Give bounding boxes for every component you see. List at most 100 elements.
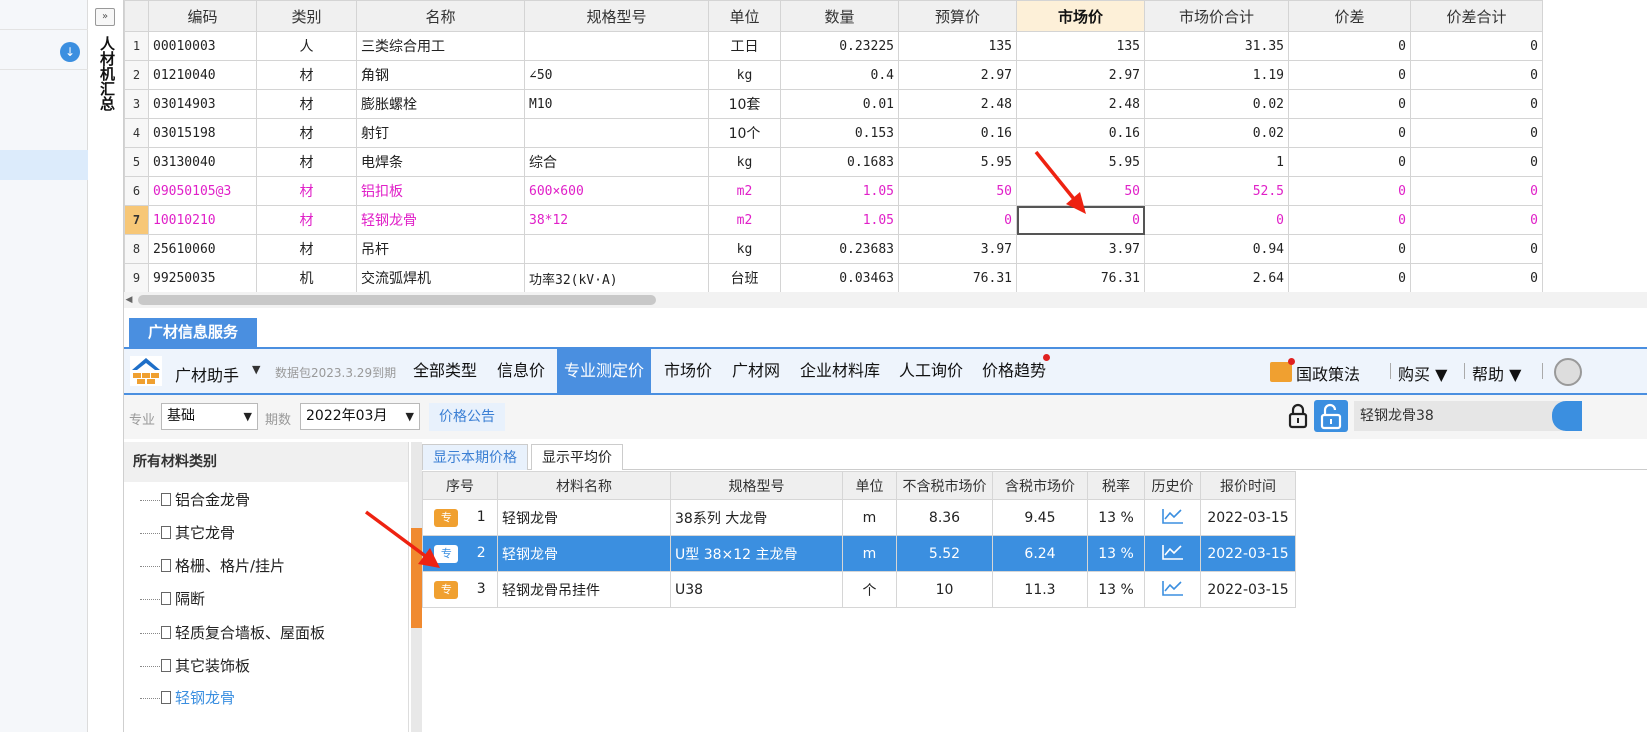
grid-row[interactable]: 9 99250035 机 交流弧焊机 功率32(kV·A) 台班 0.03463…: [124, 263, 1543, 292]
cell-diff-total[interactable]: 0: [1410, 31, 1543, 61]
trend-chart-icon[interactable]: [1161, 543, 1185, 561]
cell-name[interactable]: 角钢: [356, 60, 525, 90]
cell-type[interactable]: 材: [256, 176, 357, 206]
cell-budget-price[interactable]: 3.97: [898, 234, 1017, 264]
column-header-name[interactable]: 名称: [356, 0, 525, 32]
cell-unit[interactable]: kg: [708, 234, 781, 264]
cell-market-price[interactable]: 2.97: [1016, 60, 1145, 90]
cell-diff-total[interactable]: 0: [1410, 176, 1543, 206]
cell-quantity[interactable]: 0.4: [780, 60, 899, 90]
cell-code[interactable]: 01210040: [148, 60, 257, 90]
cell-quantity[interactable]: 0.153: [780, 118, 899, 148]
cell-budget-price[interactable]: 5.95: [898, 147, 1017, 177]
column-header-quantity[interactable]: 数量: [780, 0, 899, 32]
cell-name[interactable]: 三类综合用工: [356, 31, 525, 61]
scroll-left-arrow-icon[interactable]: ◀: [124, 294, 134, 306]
price-unit[interactable]: m: [842, 535, 897, 572]
cell-diff-total[interactable]: 0: [1410, 147, 1543, 177]
tree-item[interactable]: 隔断: [140, 588, 205, 609]
cell-budget-price[interactable]: 135: [898, 31, 1017, 61]
price-row-selected[interactable]: 专 2 轻钢龙骨 U型 38×12 主龙骨 m 5.52 6.24 13 % 2…: [422, 535, 1296, 572]
column-header-diff-total[interactable]: 价差合计: [1410, 0, 1543, 32]
price-row[interactable]: 专 1 轻钢龙骨 38系列 大龙骨 m 8.36 9.45 13 % 2022-…: [422, 499, 1296, 536]
tree-item[interactable]: 铝合金龙骨: [140, 489, 250, 510]
cell-unit[interactable]: 10个: [708, 118, 781, 148]
cell-type[interactable]: 材: [256, 205, 357, 235]
cell-spec[interactable]: ∠50: [524, 60, 709, 90]
cell-market-total[interactable]: 2.64: [1144, 263, 1289, 292]
column-header-market-price[interactable]: 市场价: [1016, 0, 1145, 32]
panel-tab-material-info[interactable]: 广材信息服务: [129, 318, 257, 347]
column-header-code[interactable]: 编码: [148, 0, 257, 32]
cell-code[interactable]: 10010210: [148, 205, 257, 235]
buy-menu[interactable]: 购买 ▼: [1398, 361, 1447, 385]
chevron-down-icon[interactable]: ▼: [252, 363, 260, 376]
sidebar-row-selected[interactable]: [0, 150, 88, 180]
cell-unit[interactable]: kg: [708, 60, 781, 90]
cell-budget-price[interactable]: 50: [898, 176, 1017, 206]
column-header-budget-price[interactable]: 预算价: [898, 0, 1017, 32]
cell-name[interactable]: 膨胀螺栓: [356, 89, 525, 119]
cell-unit[interactable]: 10套: [708, 89, 781, 119]
cell-price-diff[interactable]: 0: [1288, 118, 1411, 148]
cell-price-diff[interactable]: 0: [1288, 89, 1411, 119]
cell-name[interactable]: 轻钢龙骨: [356, 205, 525, 235]
cell-type[interactable]: 材: [256, 89, 357, 119]
price-quote-date[interactable]: 2022-03-15: [1200, 499, 1296, 536]
tree-item-selected[interactable]: 轻钢龙骨: [140, 687, 235, 708]
cell-unit[interactable]: kg: [708, 147, 781, 177]
cell-market-price[interactable]: 3.97: [1016, 234, 1145, 264]
horizontal-scrollbar[interactable]: ◀: [124, 292, 1647, 308]
history-cell[interactable]: [1144, 499, 1201, 536]
cell-quantity[interactable]: 0.01: [780, 89, 899, 119]
tab-labor-inquiry[interactable]: 人工询价: [892, 349, 970, 393]
tree-item[interactable]: 格栅、格片/挂片: [140, 555, 285, 576]
cell-diff-total[interactable]: 0: [1410, 118, 1543, 148]
cell-spec[interactable]: [524, 234, 709, 264]
cell-market-total[interactable]: 0.02: [1144, 89, 1289, 119]
cell-spec[interactable]: M10: [524, 89, 709, 119]
column-header-history[interactable]: 历史价: [1144, 471, 1201, 500]
cell-spec[interactable]: [524, 31, 709, 61]
tree-item[interactable]: 轻质复合墙板、屋面板: [140, 622, 325, 643]
expand-button[interactable]: »: [95, 8, 115, 26]
tab-professional-price[interactable]: 专业测定价: [557, 349, 652, 393]
cell-type[interactable]: 机: [256, 263, 357, 292]
cell-market-price-focused[interactable]: 0: [1016, 205, 1145, 235]
cell-unit[interactable]: 工日: [708, 31, 781, 61]
price-in-tax[interactable]: 6.24: [992, 535, 1088, 572]
cell-market-price[interactable]: 76.31: [1016, 263, 1145, 292]
cell-name[interactable]: 铝扣板: [356, 176, 525, 206]
cell-budget-price[interactable]: 2.48: [898, 89, 1017, 119]
price-material-name[interactable]: 轻钢龙骨吊挂件: [497, 571, 671, 608]
trend-chart-icon[interactable]: [1161, 507, 1185, 525]
cell-diff-total[interactable]: 0: [1410, 263, 1543, 292]
tab-price-trend[interactable]: 价格趋势: [975, 349, 1053, 393]
grid-row[interactable]: 3 03014903 材 膨胀螺栓 M10 10套 0.01 2.48 2.48…: [124, 89, 1543, 119]
cell-diff-total[interactable]: 0: [1410, 205, 1543, 235]
cell-type[interactable]: 材: [256, 147, 357, 177]
cell-code[interactable]: 09050105@3: [148, 176, 257, 206]
cell-spec[interactable]: 功率32(kV·A): [524, 263, 709, 292]
cell-market-price[interactable]: 2.48: [1016, 89, 1145, 119]
column-header-tax-rate[interactable]: 税率: [1087, 471, 1145, 500]
tab-guangcai-net[interactable]: 广材网: [725, 349, 787, 393]
tab-info-price[interactable]: 信息价: [490, 349, 552, 393]
cell-market-total[interactable]: 52.5: [1144, 176, 1289, 206]
cell-spec[interactable]: [524, 118, 709, 148]
column-header-type[interactable]: 类别: [256, 0, 357, 32]
tree-item[interactable]: 其它装饰板: [140, 655, 250, 676]
grid-row[interactable]: 4 03015198 材 射钉 10个 0.153 0.16 0.16 0.02…: [124, 118, 1543, 148]
column-header-material-name[interactable]: 材料名称: [497, 471, 671, 500]
cell-code[interactable]: 99250035: [148, 263, 257, 292]
price-in-tax[interactable]: 9.45: [992, 499, 1088, 536]
cell-quantity[interactable]: 1.05: [780, 176, 899, 206]
history-cell[interactable]: [1144, 571, 1201, 608]
price-unit[interactable]: m: [842, 499, 897, 536]
cell-type[interactable]: 材: [256, 234, 357, 264]
major-select[interactable]: 基础 ▼: [161, 403, 258, 430]
cell-market-total[interactable]: 0: [1144, 205, 1289, 235]
scrollbar-thumb[interactable]: [138, 295, 656, 305]
cell-code[interactable]: 03014903: [148, 89, 257, 119]
cell-market-total[interactable]: 31.35: [1144, 31, 1289, 61]
